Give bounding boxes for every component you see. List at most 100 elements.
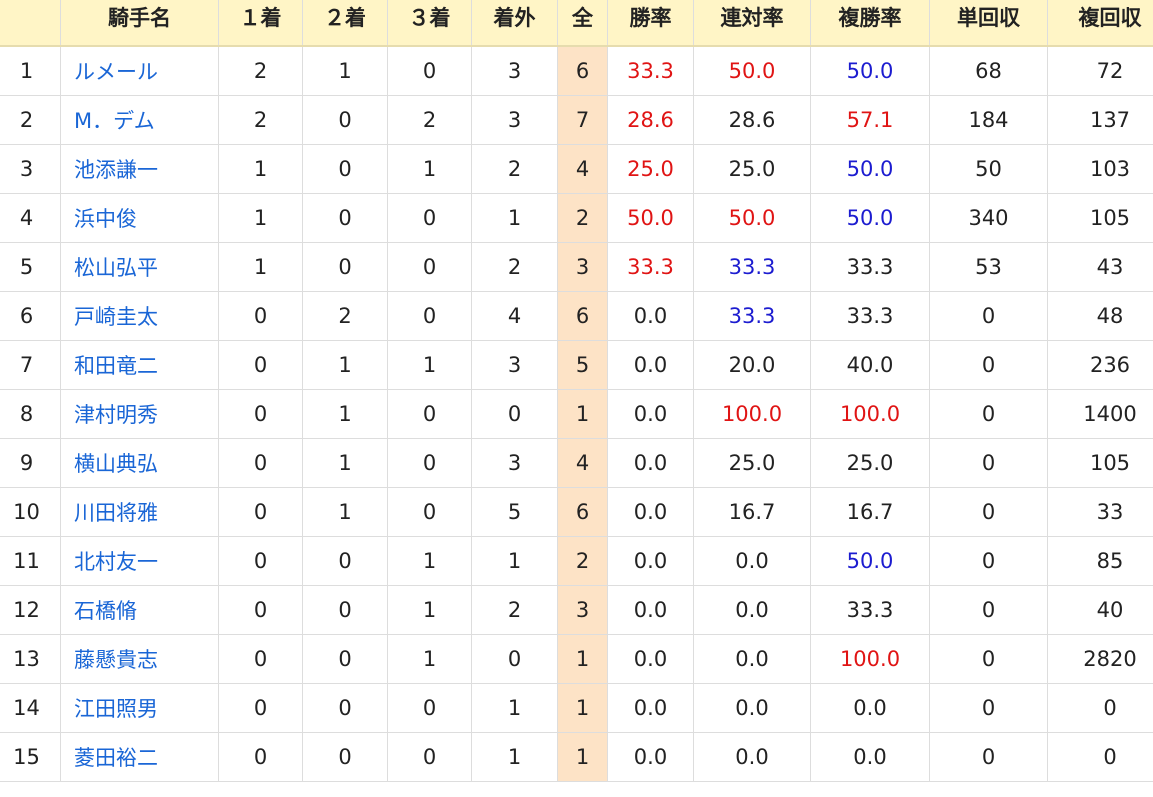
place-rate-cell: 40.0	[810, 340, 930, 390]
quinella-rate-cell: 28.6	[693, 95, 811, 145]
second-count-cell: 1	[302, 438, 388, 488]
jockey-link[interactable]: M．デム	[74, 109, 155, 133]
win-return-cell: 0	[929, 487, 1048, 537]
quinella-rate-cell: 100.0	[693, 389, 811, 439]
jockey-link[interactable]: 松山弘平	[74, 256, 158, 280]
place-return-cell: 103	[1047, 144, 1153, 194]
first-count-cell: 0	[218, 683, 303, 733]
header-out-of-place[interactable]: 着外	[471, 0, 558, 47]
rank-cell: 4	[0, 193, 61, 243]
out-count-cell: 2	[471, 242, 558, 292]
jockey-link[interactable]: 池添謙一	[74, 158, 158, 182]
first-count-cell: 0	[218, 732, 303, 782]
first-count-cell: 0	[218, 291, 303, 341]
win-rate-cell: 0.0	[607, 732, 694, 782]
jockey-name-cell: 川田将雅	[60, 487, 219, 537]
jockey-name-cell: 池添謙一	[60, 144, 219, 194]
table-row: 7 和田竜二 0 1 1 3 5 0.0 20.0 40.0 0 236	[0, 340, 1153, 390]
jockey-name-cell: 藤懸貴志	[60, 634, 219, 684]
header-place-rate[interactable]: 複勝率	[810, 0, 930, 47]
second-count-cell: 0	[302, 193, 388, 243]
win-return-cell: 184	[929, 95, 1048, 145]
header-total[interactable]: 全	[557, 0, 608, 47]
win-return-cell: 0	[929, 732, 1048, 782]
first-count-cell: 0	[218, 438, 303, 488]
jockey-link[interactable]: 藤懸貴志	[74, 648, 158, 672]
third-count-cell: 1	[387, 340, 472, 390]
quinella-rate-cell: 0.0	[693, 634, 811, 684]
win-rate-cell: 33.3	[607, 242, 694, 292]
win-return-cell: 0	[929, 340, 1048, 390]
table-row: 13 藤懸貴志 0 0 1 0 1 0.0 0.0 100.0 0 2820	[0, 634, 1153, 684]
out-count-cell: 2	[471, 144, 558, 194]
jockey-link[interactable]: 横山典弘	[74, 452, 158, 476]
header-quinella-rate[interactable]: 連対率	[693, 0, 811, 47]
quinella-rate-cell: 0.0	[693, 683, 811, 733]
win-return-cell: 0	[929, 536, 1048, 586]
header-row: 騎手名 １着 ２着 ３着 着外 全 勝率 連対率 複勝率 単回収 複回収	[0, 0, 1153, 47]
place-rate-cell: 0.0	[810, 683, 930, 733]
total-count-cell: 5	[557, 340, 608, 390]
first-count-cell: 0	[218, 487, 303, 537]
jockey-link[interactable]: 川田将雅	[74, 501, 158, 525]
win-return-cell: 0	[929, 438, 1048, 488]
win-rate-cell: 0.0	[607, 536, 694, 586]
out-count-cell: 0	[471, 389, 558, 439]
jockey-link[interactable]: 北村友一	[74, 550, 158, 574]
place-return-cell: 72	[1047, 45, 1153, 96]
place-rate-cell: 0.0	[810, 732, 930, 782]
header-second[interactable]: ２着	[302, 0, 388, 47]
out-count-cell: 1	[471, 732, 558, 782]
jockey-link[interactable]: 江田照男	[74, 697, 158, 721]
header-win-return[interactable]: 単回収	[929, 0, 1048, 47]
rank-cell: 12	[0, 585, 61, 635]
total-count-cell: 1	[557, 683, 608, 733]
win-rate-cell: 0.0	[607, 291, 694, 341]
second-count-cell: 0	[302, 683, 388, 733]
third-count-cell: 0	[387, 45, 472, 96]
out-count-cell: 4	[471, 291, 558, 341]
header-place-return[interactable]: 複回収	[1047, 0, 1153, 47]
jockey-name-cell: 戸崎圭太	[60, 291, 219, 341]
first-count-cell: 2	[218, 45, 303, 96]
third-count-cell: 2	[387, 95, 472, 145]
header-jockey-name[interactable]: 騎手名	[60, 0, 219, 47]
second-count-cell: 0	[302, 634, 388, 684]
rank-cell: 5	[0, 242, 61, 292]
header-win-rate[interactable]: 勝率	[607, 0, 694, 47]
win-return-cell: 53	[929, 242, 1048, 292]
jockey-name-cell: 津村明秀	[60, 389, 219, 439]
jockey-link[interactable]: 和田竜二	[74, 354, 158, 378]
header-first[interactable]: １着	[218, 0, 303, 47]
win-rate-cell: 0.0	[607, 585, 694, 635]
header-third[interactable]: ３着	[387, 0, 472, 47]
third-count-cell: 0	[387, 438, 472, 488]
second-count-cell: 0	[302, 536, 388, 586]
win-return-cell: 0	[929, 634, 1048, 684]
first-count-cell: 1	[218, 144, 303, 194]
place-rate-cell: 57.1	[810, 95, 930, 145]
third-count-cell: 1	[387, 536, 472, 586]
out-count-cell: 2	[471, 585, 558, 635]
second-count-cell: 1	[302, 487, 388, 537]
jockey-link[interactable]: 戸崎圭太	[74, 305, 158, 329]
rank-cell: 14	[0, 683, 61, 733]
jockey-link[interactable]: 石橋脩	[74, 599, 137, 623]
win-rate-cell: 0.0	[607, 389, 694, 439]
win-return-cell: 0	[929, 291, 1048, 341]
jockey-link[interactable]: 津村明秀	[74, 403, 158, 427]
rank-cell: 2	[0, 95, 61, 145]
first-count-cell: 0	[218, 634, 303, 684]
place-return-cell: 137	[1047, 95, 1153, 145]
table-row: 5 松山弘平 1 0 0 2 3 33.3 33.3 33.3 53 43	[0, 242, 1153, 292]
rank-cell: 11	[0, 536, 61, 586]
jockey-link[interactable]: 菱田裕二	[74, 746, 158, 770]
place-return-cell: 40	[1047, 585, 1153, 635]
first-count-cell: 1	[218, 242, 303, 292]
third-count-cell: 1	[387, 585, 472, 635]
jockey-link[interactable]: ルメール	[74, 60, 158, 84]
second-count-cell: 1	[302, 340, 388, 390]
place-rate-cell: 33.3	[810, 242, 930, 292]
jockey-link[interactable]: 浜中俊	[74, 207, 137, 231]
place-return-cell: 105	[1047, 438, 1153, 488]
